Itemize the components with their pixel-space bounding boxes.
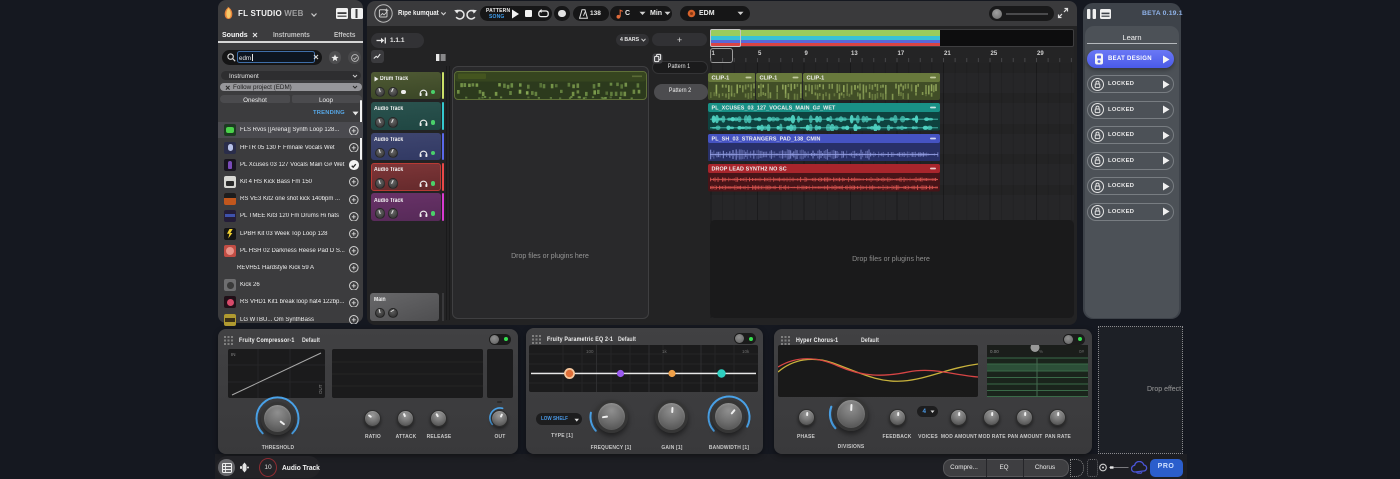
svg-text:CLIP-1: CLIP-1 [806, 75, 824, 81]
svg-text:%: % [1039, 349, 1043, 354]
svg-text:IN: IN [231, 352, 236, 357]
svg-text:0.00: 0.00 [990, 349, 999, 354]
svg-text:PL_XCUSES_03_127_VOCALS_MAIN_G: PL_XCUSES_03_127_VOCALS_MAIN_G#_WET [711, 106, 836, 112]
svg-text:DROP LEAD SYNTH2 NO SC: DROP LEAD SYNTH2 NO SC [711, 167, 786, 173]
svg-text:CLIP-1: CLIP-1 [759, 75, 777, 81]
svg-text:1k: 1k [662, 349, 668, 354]
svg-text:OUT: OUT [318, 384, 323, 394]
svg-text:0#: 0# [1079, 349, 1085, 354]
svg-text:PL_SH_03_STRANGERS_PAD_138_CMI: PL_SH_03_STRANGERS_PAD_138_CMIN [711, 136, 820, 142]
svg-text:CLIP-1: CLIP-1 [711, 75, 729, 81]
svg-text:100: 100 [586, 349, 594, 354]
svg-text:10k: 10k [742, 349, 750, 354]
